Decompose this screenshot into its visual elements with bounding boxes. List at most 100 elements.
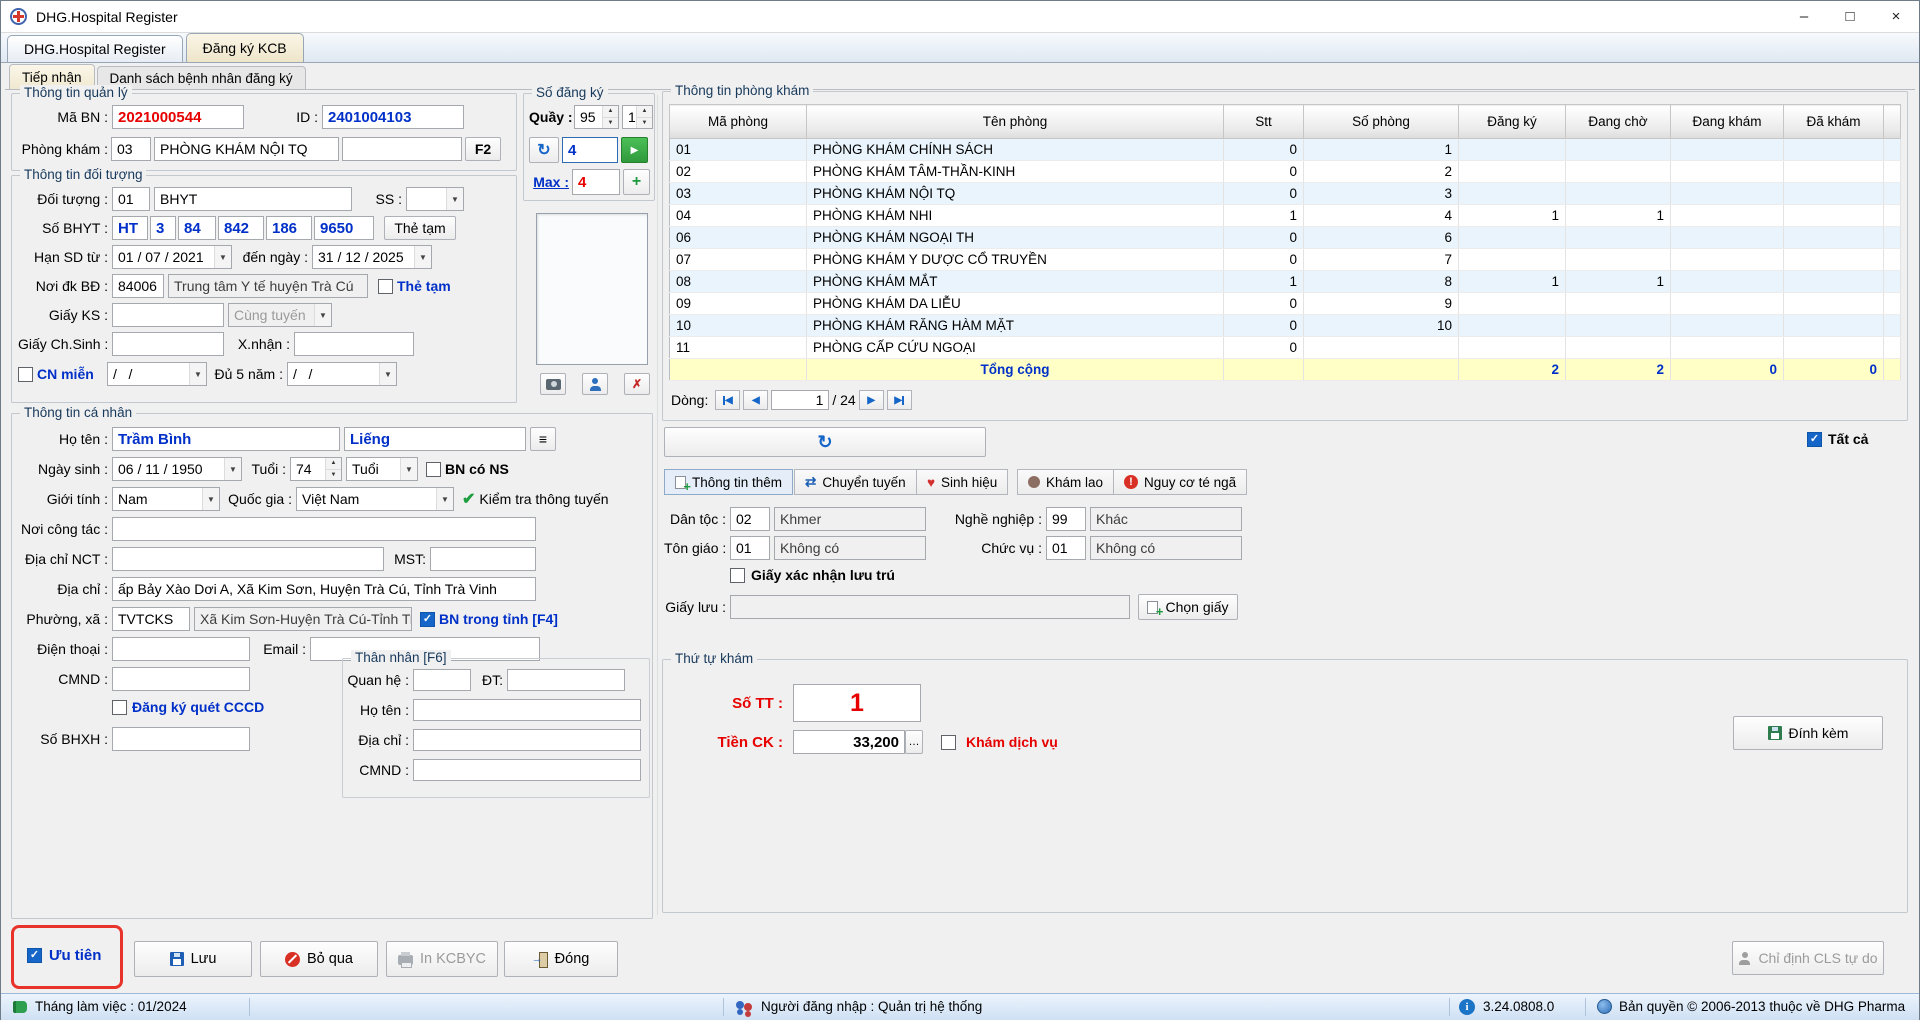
page-prev-button[interactable]: ◀	[743, 390, 769, 410]
close-button[interactable]: ×	[1873, 1, 1919, 32]
table-cell[interactable]: 01	[669, 138, 807, 161]
giay-luu-field[interactable]	[730, 595, 1130, 619]
bhyt-part-3-field[interactable]: 84	[178, 216, 216, 240]
ho-field[interactable]: Trầm Bình	[112, 427, 340, 451]
bn-trong-tinh-checkbox[interactable]: ✓	[420, 611, 435, 627]
table-cell[interactable]: 6	[1303, 226, 1459, 249]
doi-tuong-code-field[interactable]: 01	[112, 187, 150, 211]
table-cell[interactable]	[1783, 336, 1884, 359]
table-cell[interactable]: 0	[1223, 314, 1304, 337]
spin-down-icon[interactable]: ▼	[603, 116, 618, 128]
col-so-phong[interactable]: Số phòng	[1303, 104, 1459, 139]
table-cell[interactable]	[1670, 160, 1784, 183]
table-cell[interactable]: 10	[669, 314, 807, 337]
phong-kham-search-field[interactable]	[342, 137, 462, 161]
chi-dinh-cls-button[interactable]: Chỉ định CLS tự do	[1732, 941, 1884, 975]
quan-he-field[interactable]	[413, 669, 471, 691]
table-cell[interactable]: PHÒNG KHÁM DA LIỄU	[806, 292, 1224, 315]
save-button[interactable]: Lưu	[134, 941, 252, 977]
chevron-down-icon[interactable]: ▼	[446, 188, 463, 210]
dt-field[interactable]	[507, 669, 625, 691]
f2-button[interactable]: F2	[465, 137, 501, 161]
table-cell[interactable]	[1458, 292, 1566, 315]
ton-giao-code-field[interactable]: 01	[730, 536, 770, 560]
tn-ho-ten-field[interactable]	[413, 699, 641, 721]
close-form-button[interactable]: Đóng	[504, 941, 618, 977]
kiem-tra-thong-tuyen-link[interactable]: Kiểm tra thông tuyến	[479, 491, 608, 507]
ten-field[interactable]: Liếng	[344, 427, 526, 451]
table-cell[interactable]	[1670, 336, 1784, 359]
table-cell[interactable]: 0	[1223, 226, 1304, 249]
table-row[interactable]: 07 PHÒNG KHÁM Y DƯỢC CỔ TRUYỀN 0 7	[669, 248, 1901, 271]
table-cell[interactable]	[1783, 270, 1884, 293]
giay-xn-checkbox[interactable]: ✓	[730, 567, 745, 583]
table-cell[interactable]: 8	[1303, 270, 1459, 293]
table-cell[interactable]	[1883, 226, 1901, 249]
table-cell[interactable]	[1670, 138, 1784, 161]
table-cell[interactable]	[1303, 336, 1459, 359]
table-cell[interactable]: 07	[669, 248, 807, 271]
the-tam-button[interactable]: Thẻ tạm	[384, 216, 456, 240]
table-cell[interactable]: 3	[1303, 182, 1459, 205]
nghe-nghiep-name-field[interactable]: Khác	[1090, 507, 1242, 531]
quoc-gia-combo[interactable]: Việt Nam ▼	[296, 487, 454, 511]
col-stt[interactable]: Stt	[1223, 104, 1304, 139]
x-nhan-field[interactable]	[294, 332, 414, 356]
table-cell[interactable]: 10	[1303, 314, 1459, 337]
table-cell[interactable]: 0	[1223, 248, 1304, 271]
add-number-button[interactable]: +	[623, 169, 650, 195]
quay-stepper[interactable]: 95 ▲ ▼	[574, 105, 619, 129]
max-number-field[interactable]: 4	[572, 169, 620, 195]
table-cell[interactable]: 0	[1223, 160, 1304, 183]
table-cell[interactable]: 1	[1565, 270, 1671, 293]
table-cell[interactable]	[1783, 182, 1884, 205]
table-cell[interactable]: 9	[1303, 292, 1459, 315]
cung-tuyen-combo[interactable]: Cùng tuyến ▼	[228, 303, 332, 327]
delete-photo-button[interactable]: ✗	[624, 373, 650, 395]
table-cell[interactable]: 0	[1223, 182, 1304, 205]
tab-kham-lao[interactable]: Khám lao	[1017, 469, 1115, 495]
table-row[interactable]: 09 PHÒNG KHÁM DA LIỄU 0 9	[669, 292, 1901, 315]
table-cell[interactable]	[1883, 138, 1901, 161]
table-cell[interactable]: 1	[1458, 270, 1566, 293]
table-cell[interactable]	[1458, 226, 1566, 249]
dinh-kem-button[interactable]: Đính kèm	[1733, 716, 1883, 750]
page-next-button[interactable]: ▶	[858, 390, 884, 410]
table-cell[interactable]	[1670, 204, 1784, 227]
table-cell[interactable]: 0	[1223, 292, 1304, 315]
table-cell[interactable]	[1883, 336, 1901, 359]
chevron-down-icon[interactable]: ▼	[189, 363, 206, 385]
chon-giay-button[interactable]: Chọn giấy	[1138, 594, 1238, 620]
table-cell[interactable]: 1	[1223, 270, 1304, 293]
table-cell[interactable]: 08	[669, 270, 807, 293]
table-cell[interactable]	[1565, 314, 1671, 337]
table-cell[interactable]	[1783, 160, 1884, 183]
col-dang-ky[interactable]: Đăng ký	[1458, 104, 1566, 139]
tab-thong-tin-them[interactable]: Thông tin thêm	[664, 469, 794, 495]
dia-chi-nct-field[interactable]	[112, 547, 384, 571]
chevron-down-icon[interactable]: ▼	[414, 246, 431, 268]
tab-dhg-hospital-register[interactable]: DHG.Hospital Register	[7, 35, 183, 62]
chevron-down-icon[interactable]: ▼	[400, 458, 417, 480]
tab-chuyen-tuyen[interactable]: ⇄ Chuyển tuyến	[794, 469, 917, 495]
table-cell[interactable]	[1458, 182, 1566, 205]
table-row[interactable]: 08 PHÒNG KHÁM MẮT 1 8 1 1	[669, 270, 1901, 293]
the-tam-checkbox[interactable]: ✓	[378, 278, 393, 294]
table-cell[interactable]	[1670, 182, 1784, 205]
so-tt-field[interactable]: 1	[793, 684, 921, 722]
table-cell[interactable]: 11	[669, 336, 807, 359]
maximize-button[interactable]: □	[1827, 1, 1873, 32]
table-row[interactable]: 11 PHÒNG CẤP CỨU NGOẠI 0	[669, 336, 1901, 359]
tn-cmnd-field[interactable]	[413, 759, 641, 781]
ton-giao-name-field[interactable]: Không có	[774, 536, 926, 560]
table-cell[interactable]: 06	[669, 226, 807, 249]
table-row[interactable]: 10 PHÒNG KHÁM RĂNG HÀM MẶT 0 10	[669, 314, 1901, 337]
nghe-nghiep-code-field[interactable]: 99	[1046, 507, 1086, 531]
spin-up-icon[interactable]: ▲	[637, 106, 652, 117]
cn-mien-datepicker[interactable]: / / ▼	[107, 362, 207, 386]
bhyt-part-1-field[interactable]: HT	[112, 216, 148, 240]
col-da-kham[interactable]: Đã khám	[1783, 104, 1884, 139]
table-cell[interactable]	[1565, 336, 1671, 359]
get-number-button[interactable]: ▶	[621, 137, 648, 163]
table-cell[interactable]	[1565, 160, 1671, 183]
